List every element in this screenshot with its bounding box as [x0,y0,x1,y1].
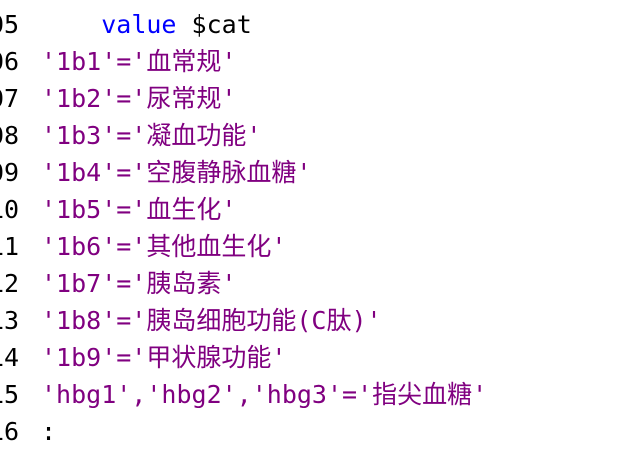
code-line: 09 '1b4'='空腹静脉血糖' [0,154,617,191]
code-line: 06 '1b1'='血常规' [0,43,617,80]
format-mapping: '1b5'='血生化' [41,195,237,224]
line-number: 16 [0,417,20,446]
format-mapping: '1b7'='胰岛素' [41,269,237,298]
format-mapping: '1b1'='血常规' [41,47,237,76]
line-number: 10 [0,195,20,224]
code-line: 16 : [0,413,617,450]
code-line: 08 '1b3'='凝血功能' [0,117,617,154]
code-line: 05 value $cat [0,6,617,43]
format-name: $cat [176,10,252,39]
format-mapping: '1b4'='空腹静脉血糖' [41,158,312,187]
code-line: 15 'hbg1','hbg2','hbg3'='指尖血糖' [0,376,617,413]
line-number: 09 [0,158,20,187]
line-number: 11 [0,232,20,261]
line-number: 06 [0,47,20,76]
line-number: 05 [0,10,20,39]
line-number: 08 [0,121,20,150]
line-number: 15 [0,380,20,409]
format-mapping: '1b8'='胰岛细胞功能(C肽)' [41,306,382,335]
line-number: 14 [0,343,20,372]
code-editor[interactable]: 05 value $cat 06 '1b1'='血常规' 07 '1b2'='尿… [0,0,617,450]
format-mapping: '1b9'='甲状腺功能' [41,343,287,372]
code-line: 10 '1b5'='血生化' [0,191,617,228]
line-number: 13 [0,306,20,335]
code-line: 14 '1b9'='甲状腺功能' [0,339,617,376]
format-mapping: '1b2'='尿常规' [41,84,237,113]
code-text: value $cat [41,6,252,43]
code-line: 07 '1b2'='尿常规' [0,80,617,117]
code-line: 12 '1b7'='胰岛素' [0,265,617,302]
line-number: 12 [0,269,20,298]
format-mapping: '1b6'='其他血生化' [41,232,287,261]
line-number: 07 [0,84,20,113]
code-line: 11 '1b6'='其他血生化' [0,228,617,265]
statement-terminator: : [41,417,57,446]
keyword-value: value [101,10,177,39]
code-line: 13 '1b8'='胰岛细胞功能(C肽)' [0,302,617,339]
format-mapping: 'hbg1','hbg2','hbg3'='指尖血糖' [41,380,488,409]
format-mapping: '1b3'='凝血功能' [41,121,262,150]
